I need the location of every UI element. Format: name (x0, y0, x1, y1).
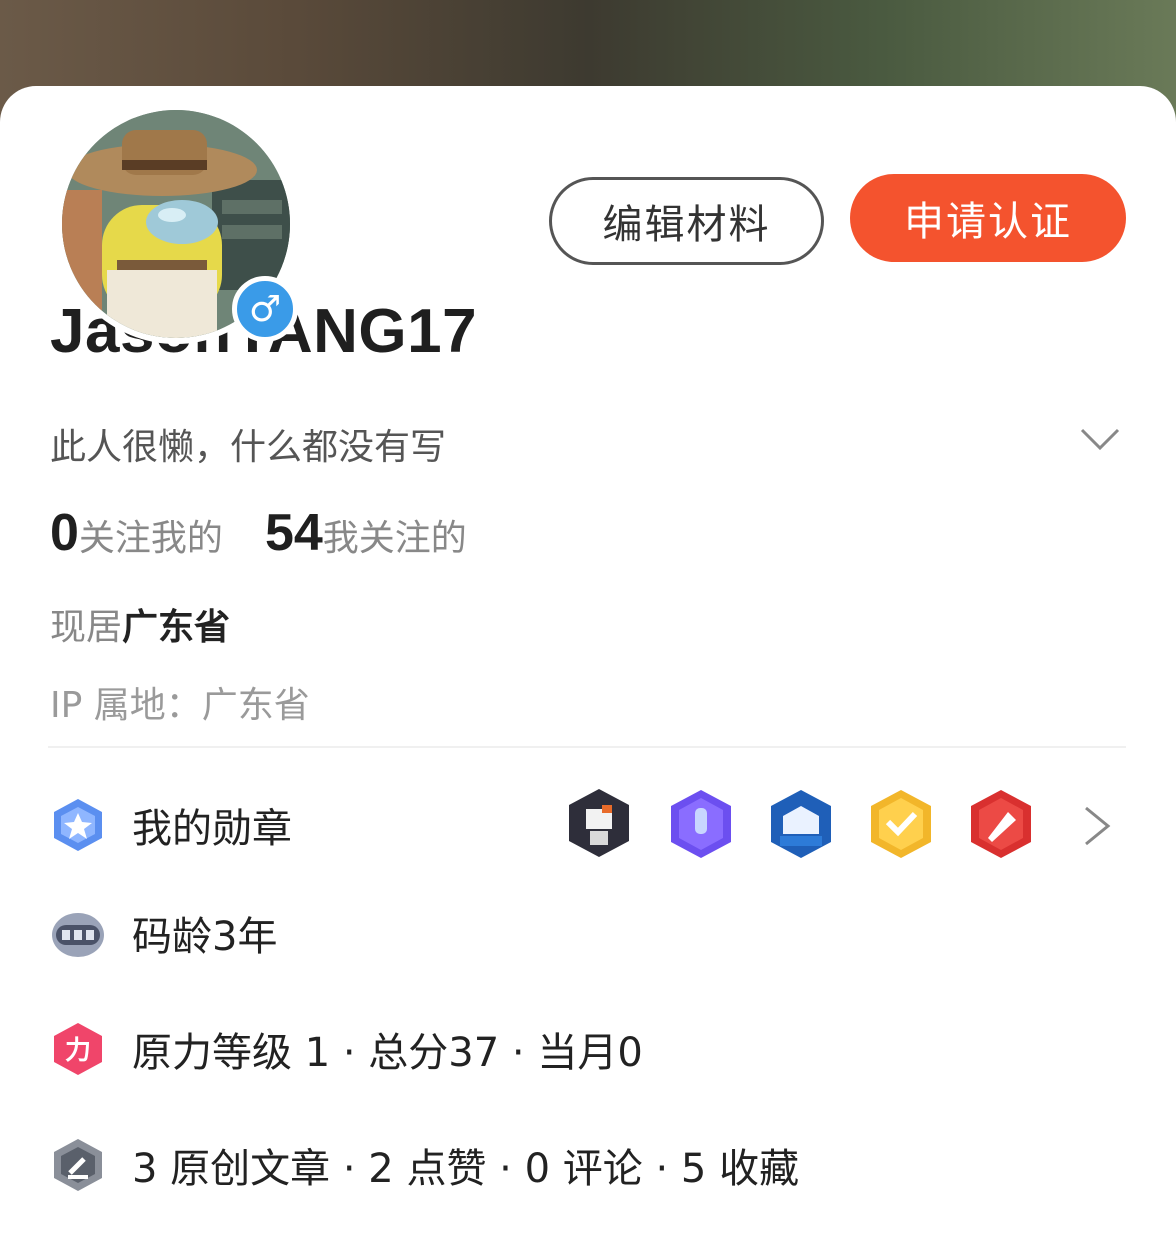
svg-text:力: 力 (65, 1035, 91, 1065)
power-level-row[interactable]: 力 原力等级 1 · 总分37 · 当月0 (50, 1020, 643, 1078)
divider (48, 746, 1126, 748)
code-age-row: 码龄3年 (50, 904, 277, 962)
activity-row[interactable]: 3 原创文章 · 2 点赞 · 0 评论 · 5 收藏 (50, 1136, 799, 1194)
following-count[interactable]: 54 (265, 503, 323, 563)
medal-badge-3-icon[interactable] (768, 788, 834, 860)
male-icon: ♂ (232, 276, 298, 342)
medal-badge-4-icon[interactable] (868, 788, 934, 860)
code-age-text: 码龄3年 (132, 914, 278, 960)
medals-row[interactable]: 我的勋章 (50, 796, 292, 854)
chevron-right-icon[interactable] (1076, 804, 1116, 848)
residence-value: 广东省 (122, 607, 231, 648)
bio-text: 此人很懒，什么都没有写 (50, 427, 447, 468)
edit-profile-button[interactable]: 编辑材料 (549, 177, 824, 265)
apply-certification-button[interactable]: 申请认证 (850, 174, 1126, 262)
robot-icon (52, 913, 104, 957)
power-level-icon: 力 (54, 1023, 102, 1075)
residence-label: 现居 (50, 607, 123, 648)
power-level-text: 原力等级 1 · 总分37 · 当月0 (132, 1030, 643, 1076)
article-stats-icon (54, 1139, 102, 1191)
followers-label[interactable]: 关注我的 (79, 509, 223, 561)
profile-card: ♂ 编辑材料 申请认证 JasonYANG17 此人很懒，什么都没有写 0 关注… (0, 86, 1176, 1260)
medal-badge-2-icon[interactable] (668, 788, 734, 860)
chevron-down-icon[interactable] (1080, 420, 1120, 460)
medal-badge-5-icon[interactable] (968, 788, 1034, 860)
medals-label: 我的勋章 (132, 806, 292, 852)
followers-count[interactable]: 0 (50, 503, 79, 563)
ip-location: IP 属地：广东省 (50, 685, 310, 726)
activity-text: 3 原创文章 · 2 点赞 · 0 评论 · 5 收藏 (132, 1146, 800, 1192)
following-label[interactable]: 我关注的 (323, 509, 467, 561)
residence: 现居广东省 (50, 598, 230, 650)
medal-badge-1-icon[interactable] (566, 787, 632, 859)
medal-icon (54, 799, 102, 851)
follow-stats: 0 关注我的 54 我关注的 (50, 503, 509, 563)
